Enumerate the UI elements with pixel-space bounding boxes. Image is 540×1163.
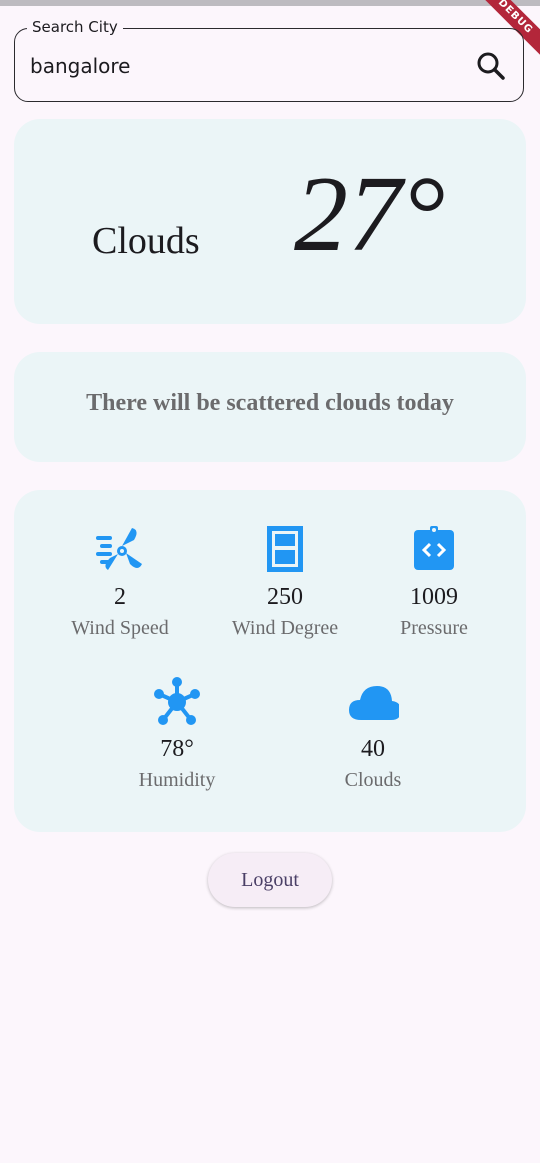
status-strip xyxy=(0,0,540,6)
molecule-hub-icon xyxy=(154,677,200,725)
search-input[interactable] xyxy=(30,51,450,81)
search-field[interactable]: Search City xyxy=(14,18,524,102)
cloud-icon xyxy=(349,686,399,720)
wind-fan-icon xyxy=(96,528,142,570)
stat-clouds: 40 Clouds xyxy=(303,676,443,792)
stat-wind-degree: 250 Wind Degree xyxy=(215,524,355,640)
weather-condition: Clouds xyxy=(92,220,200,262)
wind-degree-value: 250 xyxy=(267,584,303,610)
search-label: Search City xyxy=(27,18,123,36)
clouds-value: 40 xyxy=(361,736,385,762)
pressure-badge-icon xyxy=(414,526,454,570)
stat-pressure: 1009 Pressure xyxy=(364,524,504,640)
logout-button[interactable]: Logout xyxy=(208,853,332,907)
stat-humidity: 78° Humidity xyxy=(107,676,247,792)
description-card: There will be scattered clouds today xyxy=(14,352,526,462)
wind-speed-label: Wind Speed xyxy=(71,617,169,639)
pressure-label: Pressure xyxy=(400,617,468,639)
weather-description: There will be scattered clouds today xyxy=(86,390,454,416)
clouds-label: Clouds xyxy=(344,769,402,791)
wind-degree-label: Wind Degree xyxy=(231,617,339,639)
stat-wind-speed: 2 Wind Speed xyxy=(50,524,190,640)
humidity-value: 78° xyxy=(160,736,194,762)
door-sliding-icon xyxy=(267,526,303,572)
humidity-label: Humidity xyxy=(138,769,216,791)
stats-card: 2 Wind Speed 250 Wind Degree 1009 Pressu… xyxy=(14,490,526,832)
temperature: 27° xyxy=(294,155,446,274)
pressure-value: 1009 xyxy=(410,584,458,610)
wind-speed-value: 2 xyxy=(114,584,126,610)
current-weather-card: Clouds 27° xyxy=(14,119,526,324)
search-icon[interactable] xyxy=(475,50,507,82)
